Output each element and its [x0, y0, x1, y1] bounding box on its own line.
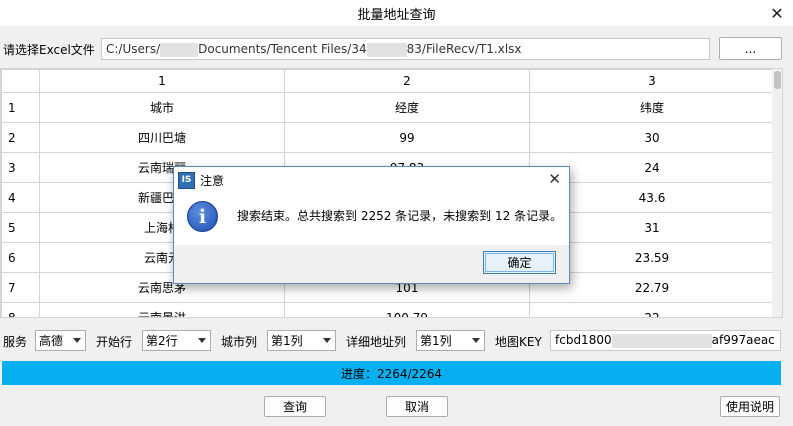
map-key-prefix: fcbd1800 — [555, 333, 612, 347]
column-header[interactable]: 1 — [39, 69, 285, 93]
scrollbar-thumb[interactable] — [774, 71, 781, 89]
table-cell[interactable]: 云南景洪 — [39, 302, 285, 317]
vertical-scrollbar[interactable] — [772, 69, 782, 317]
column-header[interactable]: 3 — [529, 69, 775, 93]
table-cell[interactable]: 四川巴塘 — [39, 122, 285, 153]
window-title: 批量地址查询 — [357, 7, 436, 23]
cancel-button[interactable]: 取消 — [386, 396, 448, 417]
file-path-input[interactable]: C:/Users/Documents/Tencent Files/34 83/Fi… — [101, 38, 710, 60]
title-bar: 批量地址查询 ✕ — [0, 0, 793, 26]
start-row-value: 第2行 — [146, 334, 178, 348]
dialog-body: i 搜索结束。总共搜索到 2252 条记录，未搜索到 12 条记录。 — [174, 193, 569, 245]
service-select[interactable]: 高德 — [35, 330, 86, 351]
start-row-label: 开始行 — [96, 335, 133, 349]
address-col-select[interactable]: 第1列 — [416, 330, 485, 351]
query-button[interactable]: 查询 — [264, 396, 326, 417]
message-dialog: IS 注意 ✕ i 搜索结束。总共搜索到 2252 条记录，未搜索到 12 条记… — [173, 166, 570, 284]
row-number: 3 — [1, 152, 40, 183]
file-path-prefix: C:/Users/ — [106, 42, 161, 56]
table-row[interactable]: 2 四川巴塘 99 30 — [1, 122, 775, 153]
service-label: 服务 — [3, 335, 28, 349]
chevron-down-icon — [472, 338, 480, 343]
chevron-down-icon — [323, 338, 331, 343]
row-number: 6 — [1, 242, 40, 273]
start-row-select[interactable]: 第2行 — [142, 330, 211, 351]
table-cell[interactable]: 30 — [529, 122, 775, 153]
dialog-footer: 确定 — [174, 245, 569, 283]
address-col-label: 详细地址列 — [346, 335, 407, 349]
map-key-suffix: af997aeac — [711, 333, 775, 347]
dialog-title: 注意 — [200, 173, 225, 188]
table-cell[interactable]: 经度 — [284, 92, 530, 123]
map-key-label: 地图KEY — [495, 335, 542, 349]
redacted-block — [160, 42, 199, 57]
row-number: 7 — [1, 272, 40, 303]
column-header[interactable]: 2 — [284, 69, 530, 93]
row-number: 1 — [1, 92, 40, 123]
row-number: 4 — [1, 182, 40, 213]
file-path-middle: Documents/Tencent Files/34 — [198, 42, 367, 56]
chevron-down-icon — [73, 338, 81, 343]
dialog-close-icon[interactable]: ✕ — [548, 170, 561, 188]
ok-button[interactable]: 确定 — [483, 251, 556, 274]
browse-button[interactable]: ... — [719, 37, 782, 60]
service-value: 高德 — [39, 334, 64, 348]
city-col-select[interactable]: 第1列 — [267, 330, 336, 351]
row-number: 8 — [1, 302, 40, 317]
row-number: 2 — [1, 122, 40, 153]
address-col-value: 第1列 — [420, 334, 452, 348]
dialog-title-bar: IS 注意 ✕ — [174, 167, 569, 193]
table-cell[interactable]: 100.79 — [284, 302, 530, 317]
redacted-block — [611, 333, 712, 348]
row-number: 5 — [1, 212, 40, 243]
chevron-down-icon — [198, 338, 206, 343]
file-label: 请选择Excel文件 — [3, 43, 95, 57]
table-row[interactable]: 8 云南景洪 100.79 22 — [1, 302, 775, 317]
grid-header-row: 1 2 3 — [1, 69, 775, 93]
progress-bar: 进度：2264/2264 — [2, 361, 781, 385]
window-close-icon[interactable]: ✕ — [767, 3, 787, 23]
options-row: 服务 高德 开始行 第2行 城市列 第1列 详细地址列 第1列 地图KEY fc… — [0, 330, 793, 352]
table-cell[interactable]: 22 — [529, 302, 775, 317]
file-row: 请选择Excel文件 C:/Users/Documents/Tencent Fi… — [0, 36, 793, 60]
redacted-block — [366, 42, 407, 57]
city-col-label: 城市列 — [221, 335, 258, 349]
table-cell[interactable]: 城市 — [39, 92, 285, 123]
info-icon: i — [187, 201, 218, 232]
corner-cell — [1, 69, 40, 93]
table-cell[interactable]: 纬度 — [529, 92, 775, 123]
file-path-suffix: 83/FileRecv/T1.xlsx — [406, 42, 522, 56]
progress-text: 进度：2264/2264 — [340, 366, 443, 381]
app-icon: IS — [178, 171, 195, 189]
dialog-message: 搜索结束。总共搜索到 2252 条记录，未搜索到 12 条记录。 — [237, 209, 563, 223]
table-row[interactable]: 1 城市 经度 纬度 — [1, 92, 775, 123]
city-col-value: 第1列 — [271, 334, 303, 348]
table-cell[interactable]: 99 — [284, 122, 530, 153]
map-key-input[interactable]: fcbd1800 af997aeac — [550, 330, 781, 351]
help-button[interactable]: 使用说明 — [720, 396, 780, 417]
